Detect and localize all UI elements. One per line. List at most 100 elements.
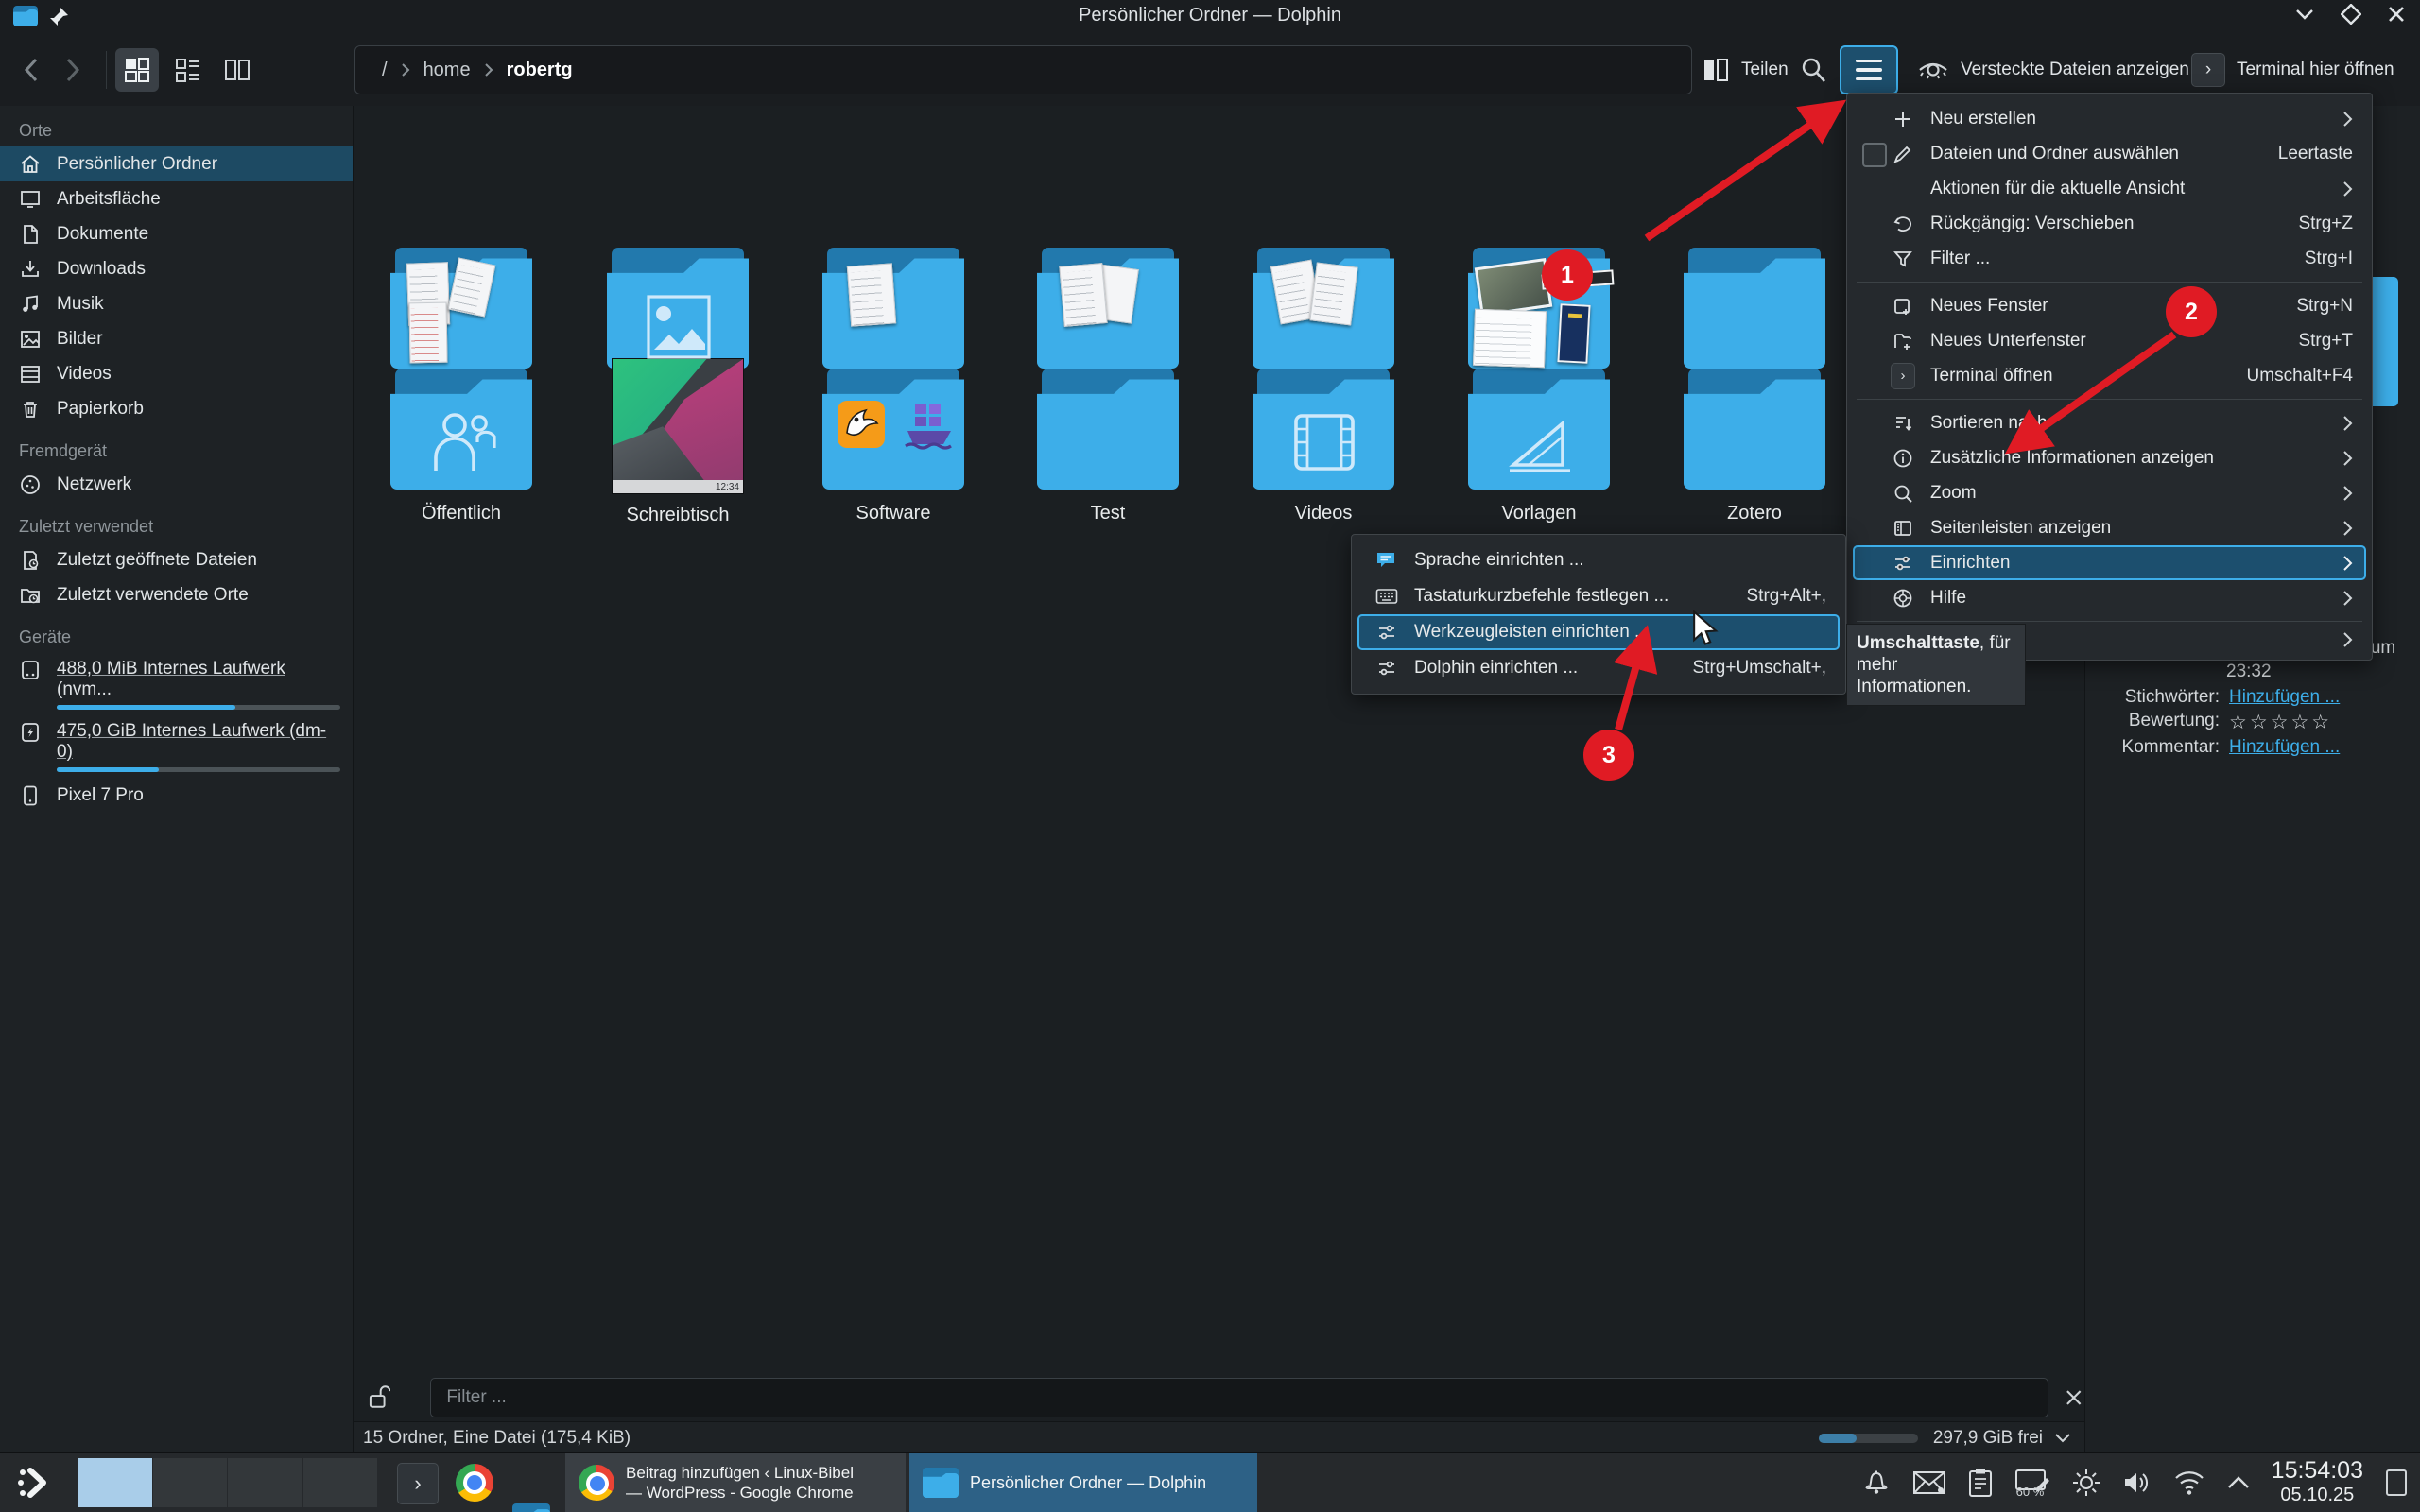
- split-button[interactable]: Teilen: [1702, 45, 1789, 94]
- sidebar-item-netzwerk[interactable]: Netzwerk: [0, 467, 353, 502]
- sidebar-item-zuletzt-verwendete-orte[interactable]: Zuletzt verwendete Orte: [0, 577, 353, 612]
- desktop-2[interactable]: [153, 1458, 229, 1507]
- menu-item-hilfe[interactable]: Hilfe: [1853, 580, 2366, 615]
- window-titlebar[interactable]: Persönlicher Ordner — Dolphin: [0, 0, 2420, 34]
- sidebar-item-downloads[interactable]: Downloads: [0, 251, 353, 286]
- breadcrumb-user[interactable]: robertg: [507, 60, 573, 81]
- task-dolphin-active[interactable]: Persönlicher Ordner — Dolphin: [909, 1453, 1257, 1512]
- section-recent: Zuletzt verwendet: [0, 502, 353, 542]
- submenu-item-werkzeugleisten[interactable]: Werkzeugleisten einrichten ...: [1357, 614, 1840, 650]
- chrome-launcher-icon[interactable]: [456, 1464, 493, 1502]
- close-button[interactable]: [2386, 4, 2407, 25]
- location-bar[interactable]: / home robertg: [354, 45, 1692, 94]
- maximize-button[interactable]: [2341, 4, 2361, 25]
- show-hidden-files-button[interactable]: Versteckte Dateien anzeigen: [1917, 45, 2189, 94]
- tray-expand-icon[interactable]: [2226, 1475, 2251, 1490]
- folder-schreibtisch[interactable]: 12:34 Schreibtisch: [593, 359, 763, 526]
- sidebar-item-label: Netzwerk: [57, 474, 131, 495]
- submenu-item-sprache[interactable]: Sprache einrichten ...: [1357, 542, 1840, 578]
- sidebar-item-dokumente[interactable]: Dokumente: [0, 216, 353, 251]
- back-button[interactable]: [23, 57, 40, 83]
- open-terminal-button[interactable]: › Terminal hier öffnen: [2191, 45, 2394, 94]
- chevron-down-icon[interactable]: [2054, 1433, 2071, 1444]
- clock[interactable]: 15:54:03 05.10.25: [2272, 1458, 2363, 1507]
- wifi-icon[interactable]: [2173, 1469, 2205, 1496]
- add-keywords-link[interactable]: Hinzufügen ...: [2229, 687, 2340, 708]
- sidebar-item-zuletzt-geoeffnete-dateien[interactable]: Zuletzt geöffnete Dateien: [0, 542, 353, 577]
- desktop-4[interactable]: [303, 1458, 379, 1507]
- search-button[interactable]: [1798, 45, 1828, 94]
- virtual-desktop-pager[interactable]: [78, 1458, 378, 1507]
- screenshot-preview: [1473, 309, 1547, 369]
- preview-folder-edge: [2370, 277, 2398, 406]
- sidebar-item-videos[interactable]: Videos: [0, 356, 353, 391]
- menu-item-sortieren-nach[interactable]: Sortieren nach: [1853, 405, 2366, 440]
- preview-clock: 12:34: [716, 482, 739, 492]
- sidebar-item-pixel-7-pro[interactable]: Pixel 7 Pro: [0, 778, 353, 813]
- desktop-1[interactable]: [78, 1458, 153, 1507]
- filter-input[interactable]: [430, 1378, 2048, 1418]
- lock-open-icon[interactable]: [367, 1383, 390, 1412]
- recent-places-icon: [19, 584, 42, 607]
- clipboard-icon[interactable]: [1967, 1468, 1994, 1498]
- folder-icon: [1684, 248, 1825, 369]
- folder-videos[interactable]: Videos: [1238, 369, 1409, 524]
- show-desktop-widget[interactable]: [2384, 1466, 2409, 1500]
- view-details-button[interactable]: [166, 48, 210, 92]
- desktop-3[interactable]: [228, 1458, 303, 1507]
- sidebar-item-drive-dm0[interactable]: 475,0 GiB Internes Laufwerk (dm-0): [0, 715, 353, 778]
- menu-item-neu-erstellen[interactable]: Neu erstellen: [1853, 101, 2366, 136]
- submenu-item-tastaturkurzbefehle[interactable]: Tastaturkurzbefehle festlegen ... Strg+A…: [1357, 578, 1840, 614]
- menu-item-filter[interactable]: Filter ... Strg+I: [1853, 241, 2366, 276]
- sidebar-item-arbeitsflaeche[interactable]: Arbeitsfläche: [0, 181, 353, 216]
- folder-zotero[interactable]: Zotero: [1669, 369, 1840, 524]
- hamburger-menu-button[interactable]: [1840, 45, 1898, 94]
- folder-label: Software: [853, 503, 935, 525]
- sidebar-item-persoenlicher-ordner[interactable]: Persönlicher Ordner: [0, 146, 353, 181]
- sidebar-item-label: Zuletzt geöffnete Dateien: [57, 550, 257, 571]
- menu-item-zusaetzliche-informationen[interactable]: Zusätzliche Informationen anzeigen: [1853, 440, 2366, 475]
- folder-software[interactable]: Software: [808, 369, 978, 524]
- breadcrumb-home[interactable]: home: [424, 60, 471, 81]
- sidebar-item-bilder[interactable]: Bilder: [0, 321, 353, 356]
- task-chrome-wordpress[interactable]: Beitrag hinzufügen ‹ Linux-Bibel — WordP…: [565, 1453, 906, 1512]
- breadcrumb-root[interactable]: /: [382, 60, 388, 81]
- view-icons-button[interactable]: [115, 48, 159, 92]
- display-settings-tray[interactable]: 60 %: [2014, 1469, 2050, 1497]
- konsole-launcher-icon[interactable]: ›: [397, 1463, 439, 1504]
- submenu-item-dolphin-einrichten[interactable]: Dolphin einrichten ... Strg+Umschalt+,: [1357, 650, 1840, 686]
- notifications-icon[interactable]: [1861, 1468, 1892, 1498]
- menu-item-neues-fenster[interactable]: Neues Fenster Strg+N: [1853, 288, 2366, 323]
- brightness-icon[interactable]: [2071, 1468, 2101, 1498]
- volume-icon[interactable]: [2122, 1469, 2152, 1497]
- folder-vorlagen[interactable]: Vorlagen: [1454, 369, 1624, 524]
- app-launcher-icon[interactable]: [15, 1465, 57, 1501]
- minimize-button[interactable]: [2293, 7, 2316, 22]
- forward-button[interactable]: [64, 57, 81, 83]
- menu-item-dateien-auswaehlen[interactable]: Dateien und Ordner auswählen Leertaste: [1853, 136, 2366, 171]
- task-title-line2: — WordPress - Google Chrome: [626, 1483, 854, 1503]
- checkbox-unchecked[interactable]: [1862, 143, 1887, 167]
- menu-item-rueckgaengig[interactable]: Rückgängig: Verschieben Strg+Z: [1853, 206, 2366, 241]
- sidebar-item-papierkorb[interactable]: Papierkorb: [0, 391, 353, 426]
- split-view-icon: [1702, 56, 1730, 84]
- menu-item-terminal-oeffnen[interactable]: › Terminal öffnen Umschalt+F4: [1853, 358, 2366, 393]
- rating-stars[interactable]: ☆☆☆☆☆: [2229, 711, 2332, 733]
- close-filter-icon[interactable]: [2064, 1387, 2084, 1408]
- view-split-button[interactable]: [216, 48, 259, 92]
- menu-separator: [1857, 621, 2362, 622]
- keyboard-icon: [1375, 587, 1398, 606]
- add-comment-link[interactable]: Hinzufügen ...: [2229, 737, 2340, 758]
- menu-item-einrichten[interactable]: Einrichten: [1853, 545, 2366, 580]
- sidebar-item-musik[interactable]: Musik: [0, 286, 353, 321]
- menu-item-aktionen-ansicht[interactable]: Aktionen für die aktuelle Ansicht: [1853, 171, 2366, 206]
- folder-test[interactable]: Test: [1023, 369, 1193, 524]
- comment-row: Kommentar: Hinzufügen ...: [2108, 737, 2340, 758]
- menu-item-zoom[interactable]: Zoom: [1853, 475, 2366, 510]
- dolphin-launcher-icon[interactable]: [512, 1503, 550, 1512]
- mail-icon[interactable]: [1912, 1469, 1946, 1496]
- menu-item-neues-unterfenster[interactable]: Neues Unterfenster Strg+T: [1853, 323, 2366, 358]
- folder-oeffentlich[interactable]: Öffentlich: [376, 369, 546, 524]
- menu-item-seitenleisten[interactable]: Seitenleisten anzeigen: [1853, 510, 2366, 545]
- sidebar-item-drive-nvme[interactable]: 488,0 MiB Internes Laufwerk (nvm...: [0, 653, 353, 715]
